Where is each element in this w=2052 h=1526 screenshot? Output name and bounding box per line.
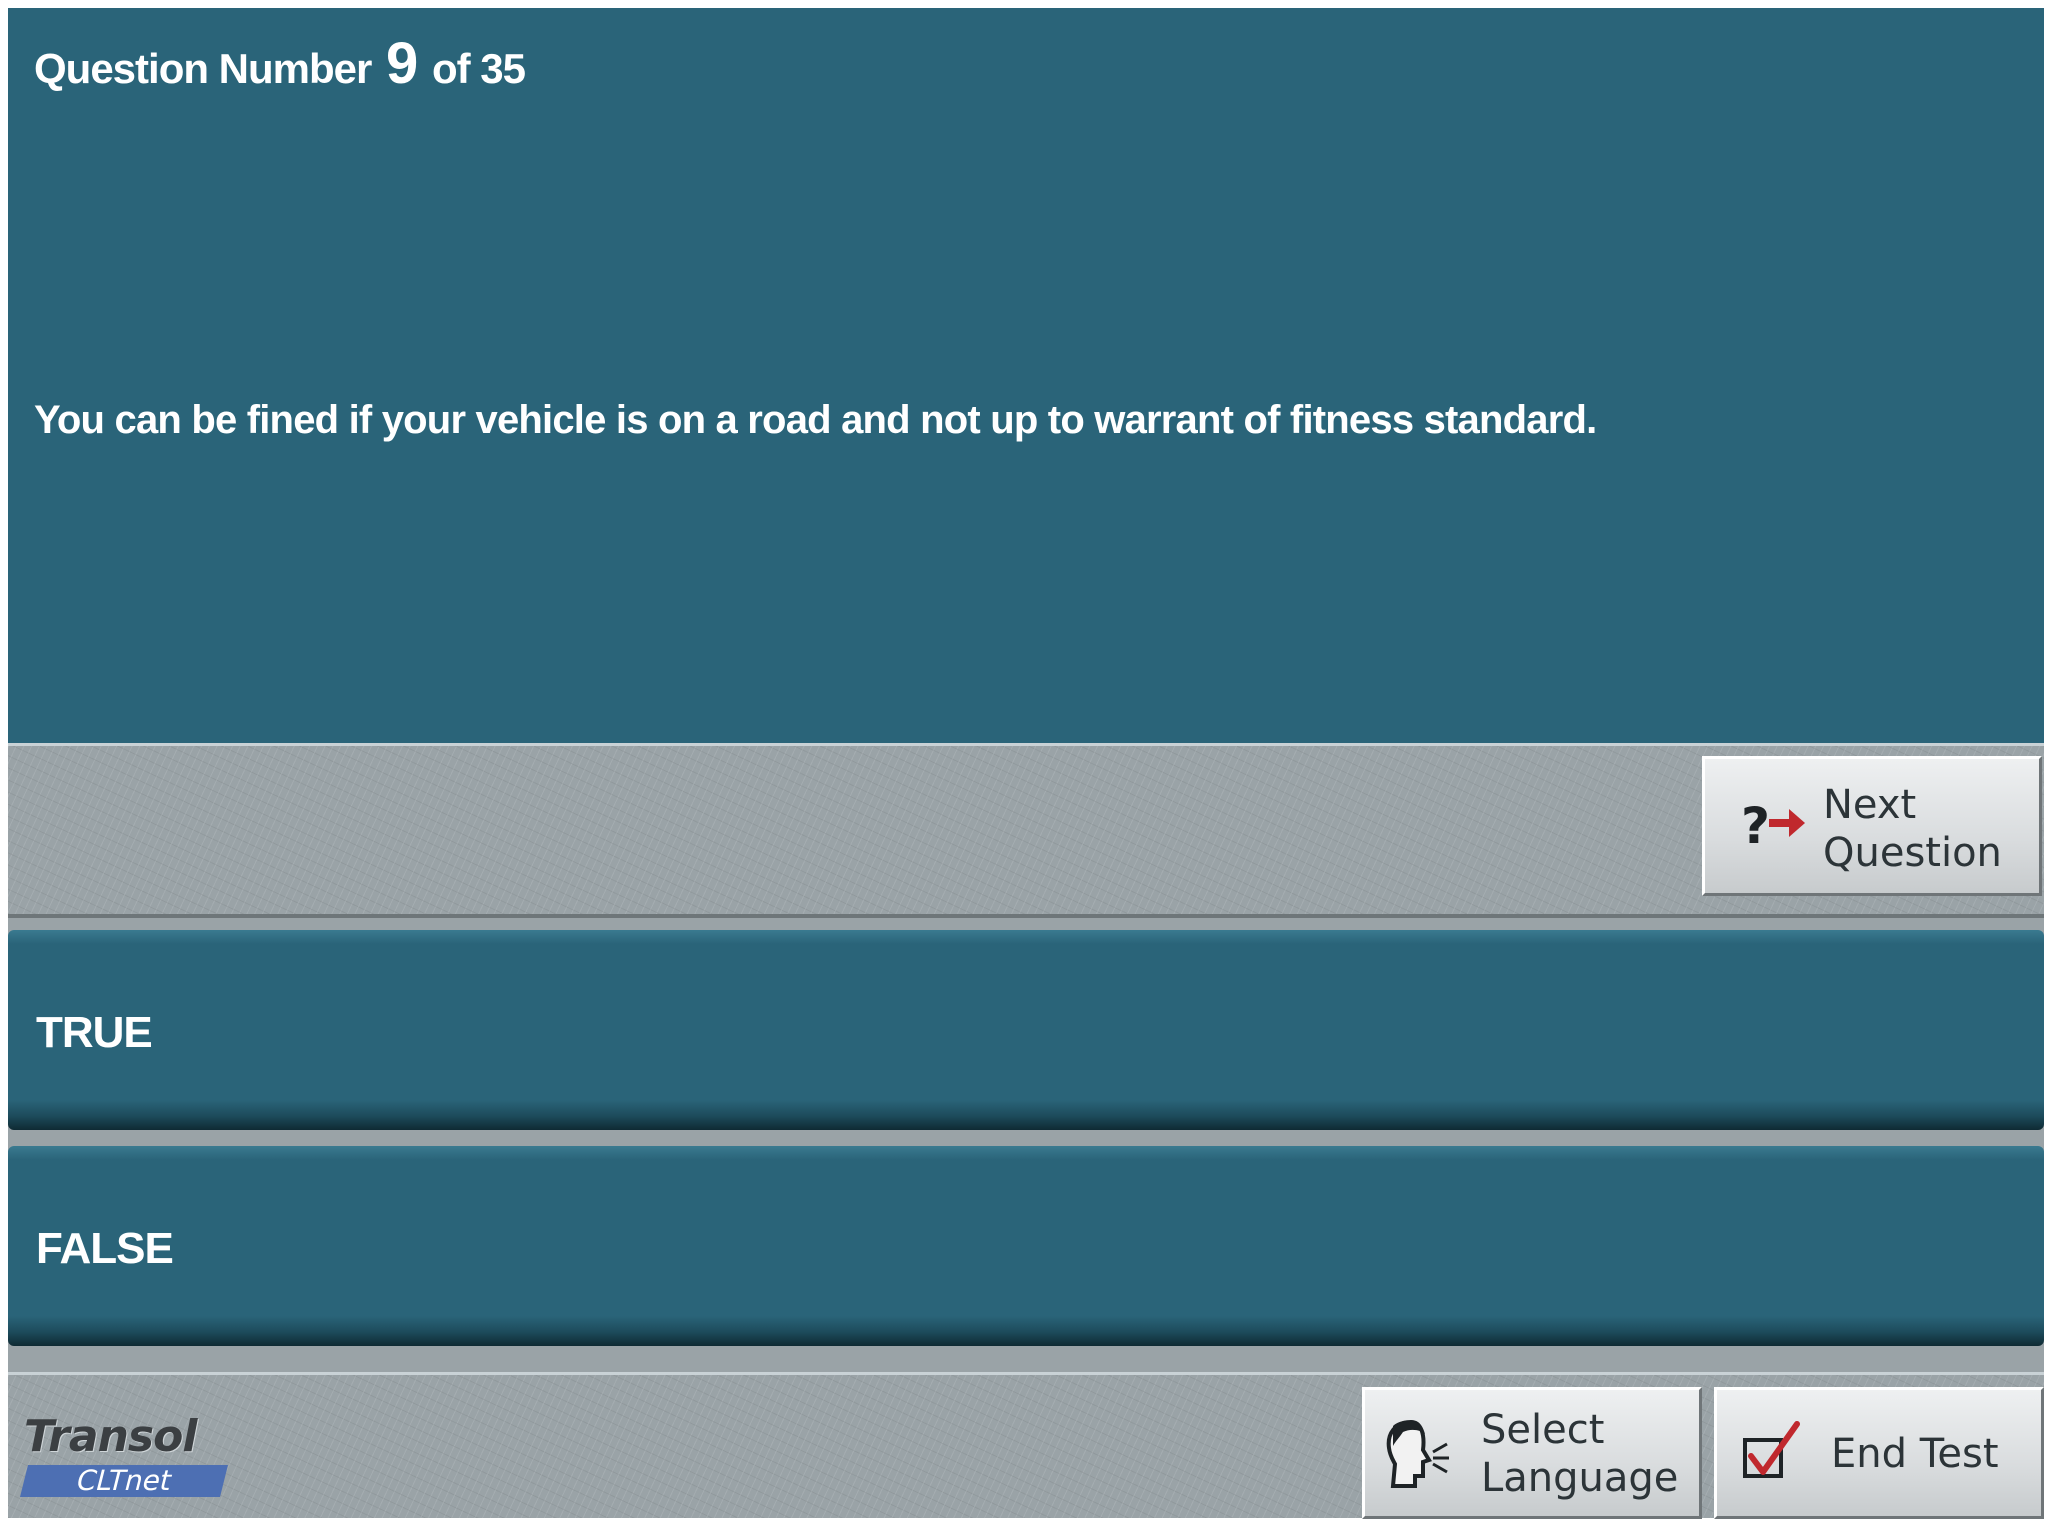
question-counter-suffix: of 35 (431, 45, 526, 92)
question-counter-prefix: Question Number (34, 45, 372, 92)
svg-text:?: ? (1741, 797, 1770, 855)
next-label-line1: Next (1823, 782, 1917, 828)
footer-bar: Transol CLTnet Select Language End Test (8, 1372, 2044, 1519)
logo-brand: Transol (24, 1411, 197, 1462)
language-label-line1: Select (1481, 1407, 1605, 1453)
answer-option-false[interactable]: FALSE (8, 1146, 2044, 1346)
question-number: 9 (386, 31, 418, 96)
checkbox-check-icon (1739, 1418, 1809, 1492)
speaking-head-icon (1381, 1416, 1451, 1500)
question-panel: Question Number 9 of 35 You can be fined… (8, 8, 2044, 746)
select-language-label: Select Language (1481, 1406, 1691, 1502)
next-question-button[interactable]: ? Next Question (1702, 756, 2042, 896)
next-question-label: Next Question (1823, 781, 2033, 877)
logo-product: CLTnet (20, 1464, 228, 1497)
question-text: You can be fined if your vehicle is on a… (34, 398, 1597, 442)
next-label-line2: Question (1823, 830, 2002, 876)
navigation-bar: ? Next Question (8, 746, 2044, 918)
question-arrow-icon: ? (1741, 795, 1811, 859)
select-language-button[interactable]: Select Language (1362, 1387, 1702, 1519)
language-label-line2: Language (1481, 1455, 1679, 1501)
transol-logo: Transol CLTnet (20, 1411, 234, 1501)
answer-option-true[interactable]: TRUE (8, 930, 2044, 1130)
test-window: Question Number 9 of 35 You can be fined… (8, 8, 2044, 1519)
question-counter: Question Number 9 of 35 (34, 30, 526, 97)
end-test-label: End Test (1831, 1431, 1999, 1477)
end-test-button[interactable]: End Test (1714, 1387, 2044, 1519)
answer-label: FALSE (36, 1224, 174, 1273)
answer-label: TRUE (36, 1008, 153, 1057)
